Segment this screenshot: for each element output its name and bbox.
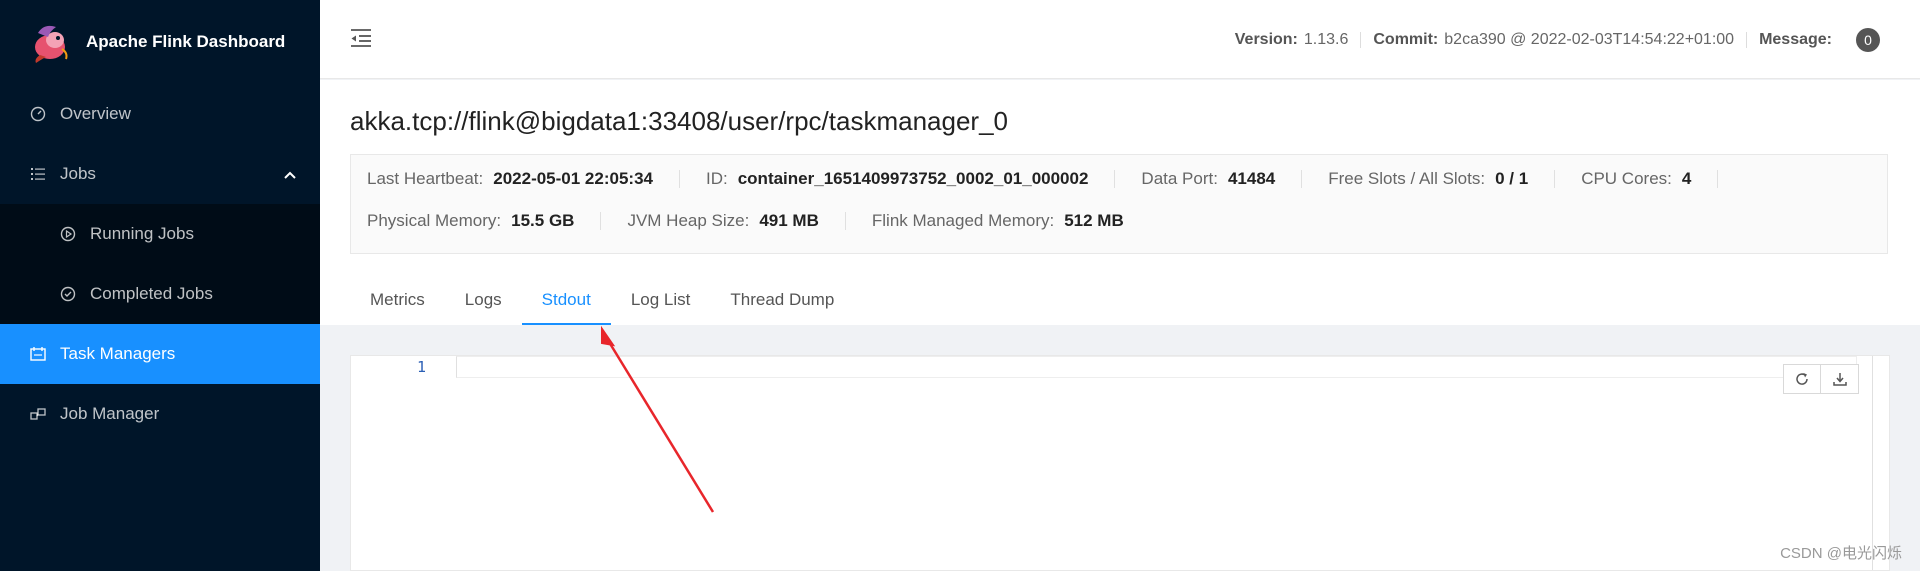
menu-fold-icon[interactable]: [350, 28, 372, 48]
divider: [1360, 31, 1362, 48]
detail-label: Flink Managed Memory:: [871, 211, 1055, 230]
message-count-badge[interactable]: 0: [1856, 27, 1880, 52]
commit-value: b2ca390 @ 2022-02-03T14:54:22+01:00: [1444, 30, 1735, 48]
detail-label: JVM Heap Size:: [627, 211, 750, 230]
detail-value: 491 MB: [759, 211, 819, 230]
watermark: CSDN @电光闪烁: [1780, 545, 1902, 562]
detail-value: 512 MB: [1064, 211, 1124, 230]
jvm-heap-size: JVM Heap Size: 491 MB: [627, 211, 818, 231]
details-row: Last Heartbeat: 2022-05-01 22:05:34 ID: …: [367, 169, 1744, 189]
current-line[interactable]: [456, 356, 1857, 378]
sidebar-item-overview[interactable]: Overview: [0, 84, 320, 144]
chevron-up-icon[interactable]: [284, 164, 296, 184]
message-label[interactable]: Message:: [1759, 31, 1832, 49]
container-id: ID: container_1651409973752_0002_01_0000…: [706, 169, 1088, 189]
detail-label: Free Slots / All Slots:: [1328, 169, 1486, 188]
detail-label: Data Port:: [1141, 169, 1218, 188]
stdout-editor[interactable]: 1: [350, 355, 1890, 571]
sidebar-item-job-manager[interactable]: Job Manager: [0, 384, 320, 444]
detail-value: 2022-05-01 22:05:34: [493, 169, 653, 188]
jobs-submenu: Running Jobs Completed Jobs: [0, 204, 320, 324]
detail-label: CPU Cores:: [1581, 169, 1672, 188]
sidebar-item-jobs[interactable]: Jobs: [0, 144, 320, 204]
tab-stdout[interactable]: Stdout: [521, 280, 611, 325]
play-circle-icon: [60, 226, 76, 242]
line-number: 1: [416, 358, 426, 376]
detail-value: 0 / 1: [1495, 169, 1529, 188]
tab-logs[interactable]: Logs: [445, 280, 522, 323]
app-title: Apache Flink Dashboard: [86, 32, 286, 51]
editor-toolbar: [1783, 364, 1859, 394]
download-button[interactable]: [1821, 364, 1859, 394]
divider: [1717, 170, 1719, 188]
detail-tabs: Metrics Logs Stdout Log List Thread Dump: [350, 280, 854, 325]
version-label: Version:: [1234, 30, 1298, 48]
vertical-scrollbar[interactable]: [1872, 356, 1873, 570]
flink-managed-memory: Flink Managed Memory: 512 MB: [872, 211, 1124, 231]
version-value: 1.13.6: [1303, 30, 1349, 48]
detail-label: Last Heartbeat:: [367, 169, 484, 188]
sidebar-item-label: Task Managers: [60, 344, 176, 363]
task-manager-detail: akka.tcp://flink@bigdata1:33408/user/rpc…: [320, 80, 1920, 325]
slots: Free Slots / All Slots: 0 / 1: [1328, 169, 1528, 189]
detail-label: ID:: [705, 169, 728, 188]
sidebar-item-label: Jobs: [60, 164, 96, 183]
sidebar-item-label: Completed Jobs: [90, 284, 213, 303]
data-port: Data Port: 41484: [1141, 169, 1275, 189]
physical-memory: Physical Memory: 15.5 GB: [367, 211, 574, 231]
detail-value: 15.5 GB: [511, 211, 575, 230]
sidebar-item-label: Running Jobs: [90, 224, 194, 243]
sidebar-item-label: Job Manager: [60, 404, 160, 423]
line-gutter: 1: [351, 356, 456, 570]
divider: [1746, 31, 1748, 48]
page-title: akka.tcp://flink@bigdata1:33408/user/rpc…: [350, 106, 1008, 136]
divider: [844, 212, 846, 230]
schedule-icon: [30, 346, 46, 362]
divider: [1301, 170, 1303, 188]
cluster-icon: [30, 406, 46, 422]
tab-metrics[interactable]: Metrics: [350, 280, 445, 323]
dashboard-icon: [30, 106, 46, 122]
divider: [600, 212, 602, 230]
sidebar: Apache Flink Dashboard Overview Jobs Run…: [0, 0, 320, 571]
detail-value: 41484: [1227, 169, 1276, 188]
check-circle-icon: [60, 286, 76, 302]
detail-value: container_1651409973752_0002_01_000002: [737, 169, 1089, 188]
list-icon: [30, 166, 46, 182]
brand[interactable]: Apache Flink Dashboard: [0, 0, 320, 84]
cpu-cores: CPU Cores: 4: [1581, 169, 1691, 189]
detail-label: Physical Memory:: [367, 211, 502, 230]
top-header: Version: 1.13.6 Commit: b2ca390 @ 2022-0…: [320, 0, 1920, 79]
details-row: Physical Memory: 15.5 GB JVM Heap Size: …: [367, 211, 1124, 231]
sidebar-item-label: Overview: [60, 104, 131, 123]
reload-button[interactable]: [1783, 364, 1821, 394]
header-info: Version: 1.13.6 Commit: b2ca390 @ 2022-0…: [1235, 0, 1880, 79]
detail-value: 4: [1681, 169, 1692, 188]
commit-label: Commit:: [1373, 30, 1439, 48]
sidebar-item-running-jobs[interactable]: Running Jobs: [0, 204, 320, 264]
last-heartbeat: Last Heartbeat: 2022-05-01 22:05:34: [367, 169, 653, 189]
reload-icon: [1796, 373, 1808, 385]
tab-thread-dump[interactable]: Thread Dump: [710, 280, 854, 323]
divider: [678, 170, 680, 188]
download-icon: [1832, 373, 1847, 386]
details-panel: Last Heartbeat: 2022-05-01 22:05:34 ID: …: [350, 154, 1888, 254]
sidebar-item-completed-jobs[interactable]: Completed Jobs: [0, 264, 320, 324]
flink-logo-icon: [35, 25, 68, 63]
tab-log-list[interactable]: Log List: [611, 280, 711, 323]
divider: [1114, 170, 1116, 188]
divider: [1554, 170, 1556, 188]
sidebar-item-task-managers[interactable]: Task Managers: [0, 324, 320, 384]
